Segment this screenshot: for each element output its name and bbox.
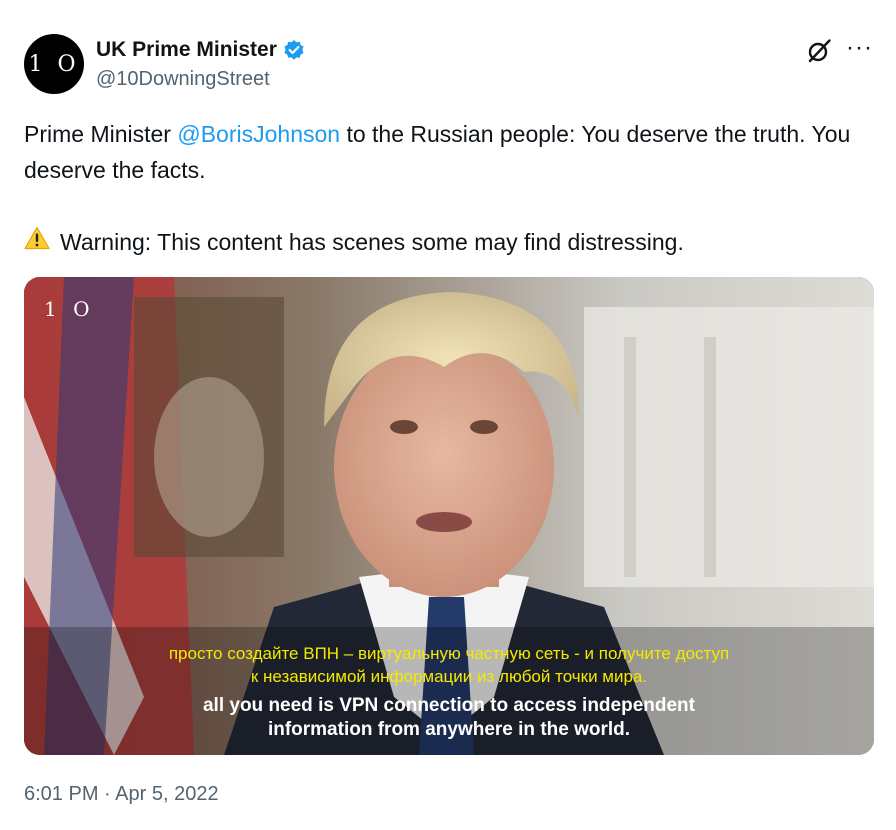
author-handle[interactable]: @10DowningStreet bbox=[96, 68, 270, 91]
subtitle-russian-line-1: просто создайте ВПН – виртуальную частну… bbox=[168, 644, 730, 663]
subtitle-english-line-2: information from anywhere in the world. bbox=[267, 719, 631, 740]
avatar-logo-text: 1 O bbox=[28, 51, 80, 77]
subtitle-russian-line-2: к независимой информации из любой точки … bbox=[250, 667, 648, 686]
video-player[interactable]: 1 O просто создайте ВПН – виртуальную ча… bbox=[24, 277, 874, 755]
more-options-button[interactable]: ··· bbox=[846, 34, 873, 62]
author-avatar[interactable]: 1 O bbox=[24, 34, 84, 94]
tweet-text: Prime Minister @BorisJohnson to the Russ… bbox=[24, 116, 864, 188]
author-display-name[interactable]: UK Prime Minister bbox=[96, 38, 277, 62]
warning-text: Warning: This content has scenes some ma… bbox=[60, 229, 684, 255]
tweet-timestamp[interactable]: 6:01 PM · Apr 5, 2022 bbox=[24, 783, 219, 806]
warning-line: Warning: This content has scenes some ma… bbox=[24, 224, 684, 260]
verified-badge-icon[interactable] bbox=[283, 39, 305, 61]
subtitle-english-line-1: all you need is VPN connection to access… bbox=[202, 695, 695, 716]
grok-icon[interactable] bbox=[806, 38, 832, 64]
tweet-text-part: Prime Minister bbox=[24, 121, 178, 147]
video-channel-logo: 1 O bbox=[44, 297, 95, 321]
author-name-row: UK Prime Minister bbox=[96, 38, 305, 62]
warning-icon bbox=[24, 224, 50, 260]
mention-link[interactable]: @BorisJohnson bbox=[177, 121, 340, 147]
